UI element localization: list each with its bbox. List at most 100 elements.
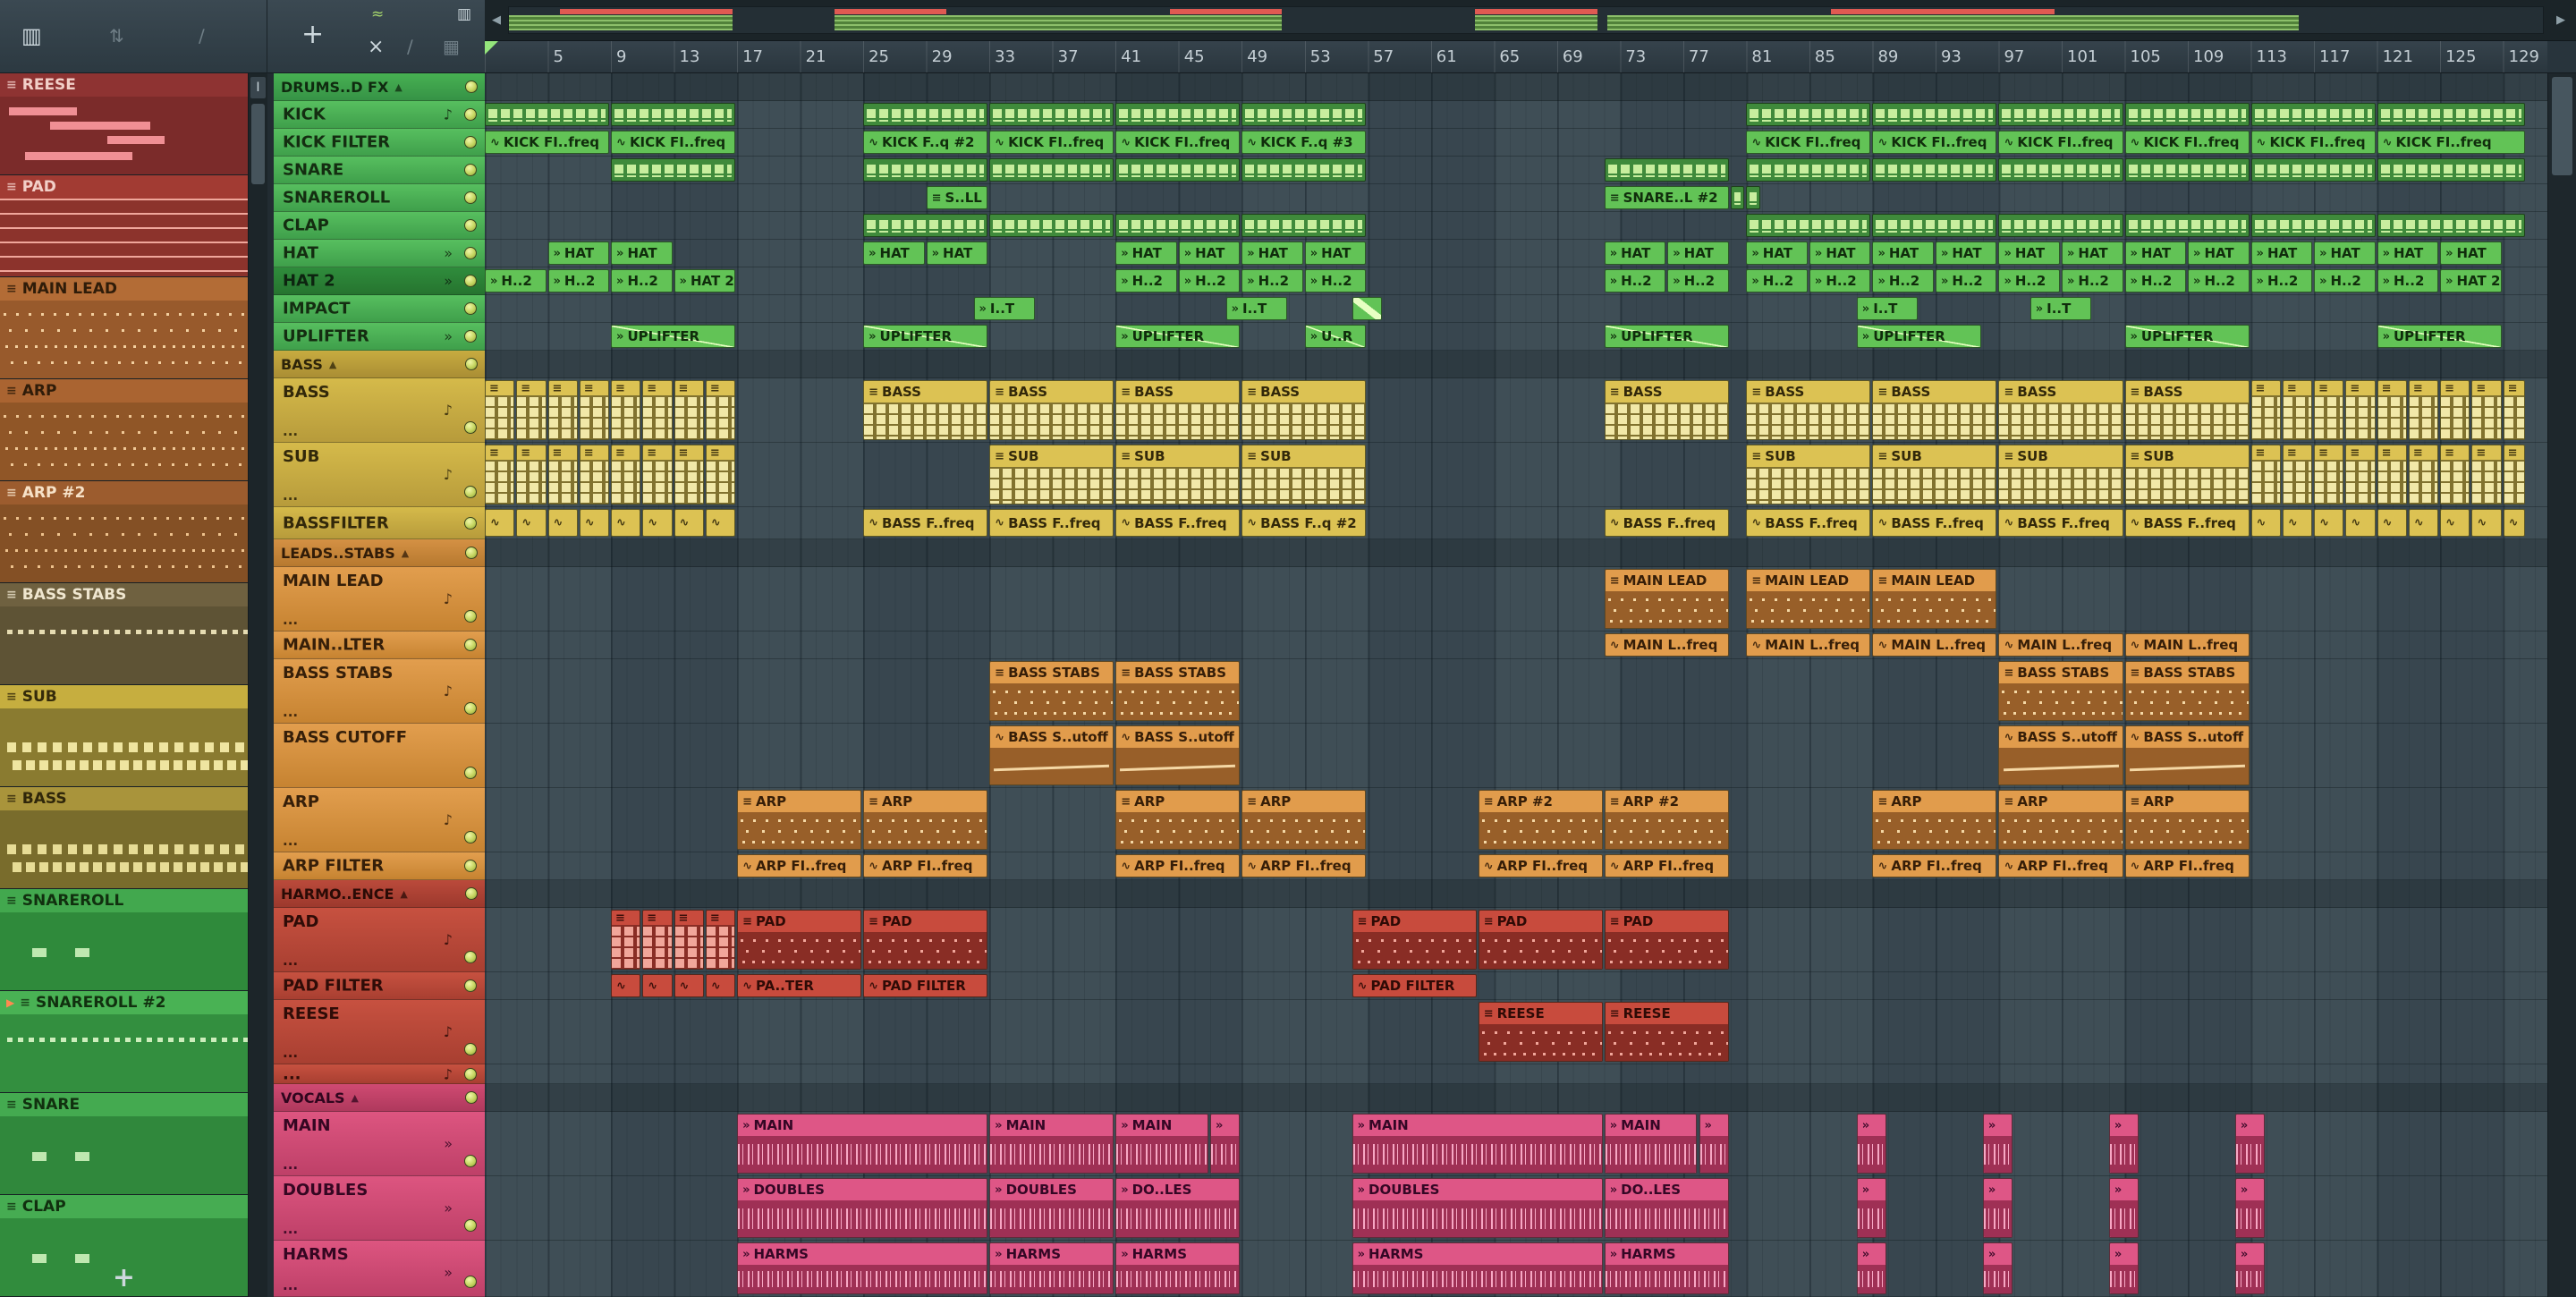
clip-bass-s-utoff[interactable]: ∿ BASS S..utoff (2124, 725, 2250, 785)
track-row-harms[interactable]: HARMS... » (274, 1241, 485, 1297)
clip-sub[interactable]: ≡ SUB (1998, 445, 2123, 504)
clip-bass[interactable]: ≡ (2250, 380, 2281, 440)
clip-bassflt[interactable]: ∿ (674, 509, 704, 537)
clip-main-l-freq[interactable]: ∿ MAIN L..freq (1872, 633, 1997, 657)
clip-bass[interactable]: ≡ (705, 380, 736, 440)
clip-kick[interactable] (611, 103, 736, 126)
pattern-card-arp[interactable]: ≡ ARP (0, 379, 248, 481)
mute-led[interactable] (464, 164, 477, 176)
clip-hat[interactable]: » HAT (1809, 242, 1871, 265)
clip-bass-f-freq[interactable]: ∿ BASS F..freq (2124, 509, 2250, 537)
clip-pad-filter[interactable]: ∿ PAD FILTER (1352, 974, 1477, 997)
clip-arp[interactable]: ≡ ARP (2124, 790, 2250, 850)
clip-sub[interactable]: ≡ (611, 445, 641, 504)
mute-led[interactable] (464, 219, 477, 232)
clip-vharm[interactable]: » (1982, 1242, 2013, 1294)
pattern-card-sub[interactable]: ≡ SUB (0, 685, 248, 787)
clip-h-2[interactable]: » H..2 (1304, 269, 1367, 292)
clip-kick-f-q-2[interactable]: ∿ KICK F..q #2 (863, 131, 988, 154)
clip-kick-fi-freq[interactable]: ∿ KICK FI..freq (1998, 131, 2123, 154)
clip-clap[interactable] (2377, 214, 2526, 237)
mute-led[interactable] (464, 1067, 477, 1081)
clip-hat[interactable]: » HAT (863, 242, 925, 265)
clip-hat[interactable]: » HAT (1241, 242, 1303, 265)
track-group-vocals[interactable]: VOCALS ▲ (274, 1084, 485, 1112)
clip-sub[interactable]: ≡ (485, 445, 515, 504)
clip-sub[interactable]: ≡ SUB (2124, 445, 2250, 504)
clip-clap[interactable] (1241, 214, 1367, 237)
clip-bassflt[interactable]: ∿ (705, 509, 736, 537)
playlist-grid[interactable]: ∿ KICK FI..freq ∿ KICK FI..freq ∿ KICK F..q #… (485, 73, 2547, 1297)
mute-led[interactable] (464, 136, 477, 148)
clip-kick[interactable] (2377, 103, 2526, 126)
mute-led[interactable] (464, 1155, 477, 1167)
clip-harms[interactable]: » HARMS (737, 1242, 988, 1294)
detach-icon[interactable]: ▥ (457, 7, 471, 22)
mute-led[interactable] (464, 951, 477, 963)
clip-vmain[interactable]: » (1209, 1114, 1241, 1174)
clip-arp-fi-freq[interactable]: ∿ ARP FI..freq (1872, 854, 1997, 877)
track-row-clap[interactable]: CLAP (274, 212, 485, 240)
mute-led[interactable] (464, 330, 477, 343)
clip-bass[interactable]: ≡ BASS (1746, 380, 1871, 440)
track-group-harmo-ence[interactable]: HARMO..ENCE ▲ (274, 880, 485, 908)
clip-snare[interactable] (989, 158, 1114, 182)
vertical-scrollbar-thumb[interactable] (2552, 77, 2572, 175)
clip-arp-fi-freq[interactable]: ∿ ARP FI..freq (737, 854, 862, 877)
clip-uplifter[interactable]: » UPLIFTER (1115, 325, 1241, 348)
clip-clap[interactable] (2124, 214, 2250, 237)
clip-bass[interactable]: ≡ BASS (1115, 380, 1241, 440)
clip-sub[interactable]: ≡ SUB (989, 445, 1114, 504)
pattern-scrollbar-thumb[interactable] (251, 104, 265, 184)
mute-led[interactable] (465, 547, 478, 559)
clip-bass-s-utoff[interactable]: ∿ BASS S..utoff (1998, 725, 2123, 785)
pattern-card-snareroll[interactable]: ≡ SNAREROLL (0, 889, 248, 991)
clip-bass[interactable]: ≡ BASS (2124, 380, 2250, 440)
clip-i-t[interactable]: » I..T (1856, 297, 1919, 320)
clip-hat[interactable]: » HAT (2314, 242, 2376, 265)
clip-sub[interactable]: ≡ (547, 445, 578, 504)
clip-main[interactable]: » MAIN (737, 1114, 988, 1174)
clip-vmain[interactable]: » (2108, 1114, 2140, 1174)
clip-snareroll[interactable] (1730, 186, 1745, 209)
pattern-scrollbar-top-button[interactable]: I (250, 77, 266, 98)
clip-h-2[interactable]: » H..2 (1809, 269, 1871, 292)
clip-kick[interactable] (1872, 103, 1997, 126)
clip-bass-stabs[interactable]: ≡ BASS STABS (1115, 661, 1241, 721)
clip-uplifter[interactable]: » UPLIFTER (1856, 325, 1981, 348)
clip-main-lead[interactable]: ≡ MAIN LEAD (1604, 569, 1729, 629)
track-group-drums-d-fx[interactable]: DRUMS..D FX ▲ (274, 73, 485, 101)
clip-kick[interactable] (863, 103, 988, 126)
track-row-main[interactable]: MAIN... » (274, 1112, 485, 1176)
paint-icon[interactable]: ▦ (443, 38, 460, 55)
clip-h-2[interactable]: » H..2 (2062, 269, 2123, 292)
clip-kick-fi-freq[interactable]: ∿ KICK FI..freq (2124, 131, 2250, 154)
track-row-doubles[interactable]: DOUBLES... » (274, 1176, 485, 1241)
clip-hat[interactable]: » HAT (547, 242, 610, 265)
clip-main-lead[interactable]: ≡ MAIN LEAD (1872, 569, 1997, 629)
track-row-hat-2[interactable]: HAT 2 » (274, 267, 485, 295)
clip-sub[interactable]: ≡ (2408, 445, 2439, 504)
clip-padflt[interactable]: ∿ (674, 974, 704, 997)
mute-led[interactable] (464, 516, 477, 530)
clip-sub[interactable]: ≡ (705, 445, 736, 504)
clip-pa-ter[interactable]: ∿ PA..TER (737, 974, 862, 997)
clip-clap[interactable] (1115, 214, 1241, 237)
clip-h-2[interactable]: » H..2 (2124, 269, 2187, 292)
clip-bass[interactable]: ≡ BASS (1872, 380, 1997, 440)
clip-sub[interactable]: ≡ (642, 445, 673, 504)
mute-led[interactable] (464, 610, 477, 623)
clip-kick[interactable] (485, 103, 610, 126)
clip-h-2[interactable]: » H..2 (485, 269, 547, 292)
clip-bass[interactable]: ≡ (579, 380, 610, 440)
clip-sub[interactable]: ≡ SUB (1746, 445, 1871, 504)
scroll-left-icon[interactable]: ◀ (487, 11, 506, 30)
clip-hat[interactable]: » HAT (1115, 242, 1177, 265)
clip-bass-stabs[interactable]: ≡ BASS STABS (2124, 661, 2250, 721)
clip-bass[interactable]: ≡ BASS (1604, 380, 1729, 440)
clip-hat[interactable]: » HAT (2124, 242, 2187, 265)
clip-snare[interactable] (2377, 158, 2526, 182)
clip-main[interactable]: » MAIN (1115, 1114, 1208, 1174)
clip-h-2[interactable]: » H..2 (1667, 269, 1729, 292)
playhead-marker[interactable] (485, 41, 498, 55)
